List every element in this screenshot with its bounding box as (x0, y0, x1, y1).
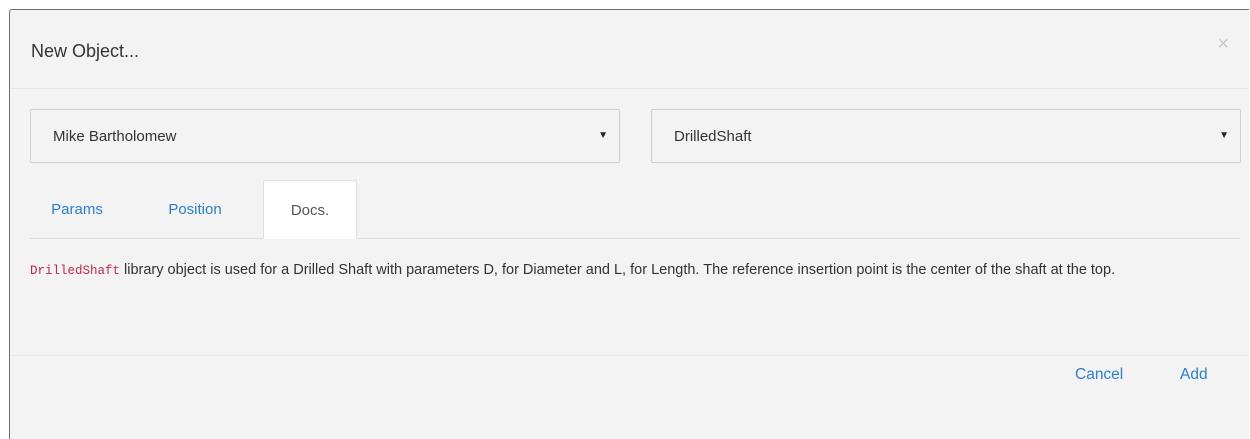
user-select-value: Mike Bartholomew (53, 128, 177, 145)
tab-position[interactable]: Position (149, 180, 241, 238)
user-select[interactable]: Mike Bartholomew ▼ (30, 109, 620, 163)
new-object-dialog: New Object... × Mike Bartholomew ▼ Drill… (9, 9, 1249, 439)
dialog-title: New Object... (31, 41, 140, 61)
close-icon[interactable]: × (1217, 34, 1229, 54)
chevron-down-icon: ▼ (1219, 130, 1229, 141)
docs-text: library object is used for a Drilled Sha… (124, 262, 1116, 278)
tab-params[interactable]: Params (31, 180, 123, 238)
object-type-select[interactable]: DrilledShaft ▼ (651, 109, 1241, 163)
docs-code-name: DrilledShaft (30, 264, 121, 278)
tab-docs[interactable]: Docs. (263, 180, 357, 239)
footer-divider (10, 355, 1249, 356)
object-type-select-value: DrilledShaft (674, 128, 752, 145)
cancel-button[interactable]: Cancel (1075, 366, 1123, 384)
tab-bar: Params Position Docs. (30, 180, 1240, 239)
add-button[interactable]: Add (1180, 366, 1208, 384)
docs-description: DrilledShaft library object is used for a… (30, 259, 1210, 283)
chevron-down-icon: ▼ (598, 130, 608, 141)
dialog-header: New Object... × (10, 10, 1249, 89)
